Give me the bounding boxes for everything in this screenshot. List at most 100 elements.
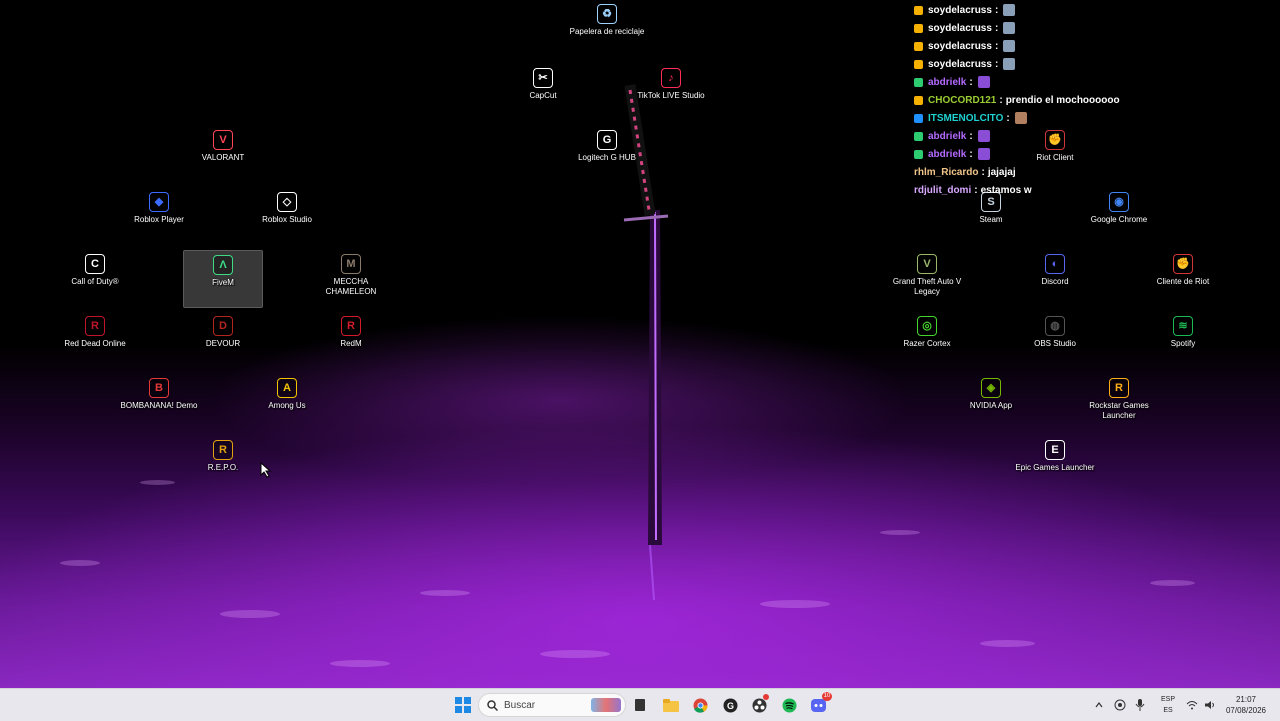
input-language-indicator[interactable]: ESP ES — [1156, 694, 1180, 716]
desktop-shortcut-obs-studio[interactable]: ◍ OBS Studio — [1015, 312, 1095, 370]
taskbar-search-box[interactable]: Buscar — [478, 693, 626, 717]
search-placeholder: Buscar — [504, 699, 536, 711]
rockstar-launcher-icon: R — [1109, 378, 1129, 398]
desktop-shortcut-label: FiveM — [212, 278, 234, 287]
task-view-button[interactable] — [629, 694, 651, 716]
chat-emote-icon — [1003, 22, 1016, 34]
desktop-shortcut-bombanana[interactable]: B BOMBANANA! Demo — [119, 374, 199, 432]
desktop-shortcut-valorant[interactable]: V VALORANT — [183, 126, 263, 184]
chrome-icon — [693, 698, 707, 713]
desktop-shortcut-gta-v[interactable]: V Grand Theft Auto V Legacy — [887, 250, 967, 308]
desktop-shortcut-red-dead-online[interactable]: R Red Dead Online — [55, 312, 135, 370]
chat-separator: : — [981, 166, 985, 178]
chat-emote-icon — [1014, 112, 1027, 124]
desktop-shortcut-fivem[interactable]: Λ FiveM — [183, 250, 263, 308]
chat-badge-icon — [914, 95, 923, 105]
desktop-shortcut-label: BOMBANANA! Demo — [120, 401, 198, 410]
obs-taskbar-button[interactable] — [748, 694, 770, 716]
desktop-shortcut-label: Google Chrome — [1090, 215, 1148, 224]
chat-username: soydelacruss — [928, 4, 992, 16]
chat-separator: : — [969, 76, 973, 88]
network-volume-group[interactable] — [1186, 689, 1216, 721]
chat-username: soydelacruss — [928, 40, 992, 52]
desktop-shortcut-call-of-duty[interactable]: C Call of Duty® — [55, 250, 135, 308]
redm-icon: R — [341, 316, 361, 336]
desktop-shortcut-label: NVIDIA App — [969, 401, 1013, 410]
chevron-up-icon[interactable] — [1094, 700, 1104, 710]
chat-separator: : — [969, 130, 973, 142]
red-dead-online-icon: R — [85, 316, 105, 336]
desktop-shortcut-label: DEVOUR — [205, 339, 241, 348]
chat-badge-icon — [914, 77, 923, 87]
desktop-shortcut-discord[interactable]: ◐ Discord — [1015, 250, 1095, 308]
chat-emote-icon — [1003, 4, 1016, 16]
spotify-taskbar-button[interactable] — [778, 694, 800, 716]
desktop-shortcut-label: Grand Theft Auto V Legacy — [892, 277, 962, 296]
chat-badge-icon — [914, 5, 923, 15]
desktop-shortcut-meccha-chameleon[interactable]: M MECCHA CHAMELEON — [311, 250, 391, 308]
desktop-shortcut-logitech-ghub[interactable]: G Logitech G HUB — [567, 126, 647, 184]
chat-separator: : — [994, 4, 999, 16]
taskbar: Buscar G 10 ESP ES 21:07 07/08/2026 — [0, 688, 1280, 721]
chat-message: rdjulit_domi: estamos w — [914, 181, 1174, 199]
call-of-duty-icon: C — [85, 254, 105, 274]
chat-badge-icon — [914, 23, 923, 33]
desktop-shortcut-tiktok-live[interactable]: ♪ TikTok LIVE Studio — [631, 64, 711, 122]
chat-username: rdjulit_domi — [914, 184, 972, 196]
discord-icon: ◐ — [1045, 254, 1065, 274]
desktop-shortcut-spotify[interactable]: ≋ Spotify — [1143, 312, 1223, 370]
chrome-taskbar-button[interactable] — [689, 694, 711, 716]
desktop-shortcut-label: OBS Studio — [1034, 339, 1076, 348]
desktop-shortcut-label: MECCHA CHAMELEON — [325, 277, 377, 296]
taskbar-clock[interactable]: 21:07 07/08/2026 — [1222, 694, 1270, 716]
desktop-shortcut-devour[interactable]: D DEVOUR — [183, 312, 263, 370]
desktop-shortcut-label: Among Us — [268, 401, 306, 410]
cloud-sync-icon[interactable] — [1114, 699, 1126, 711]
desktop-shortcut-riot-client-alt[interactable]: ✊ Cliente de Riot — [1143, 250, 1223, 308]
chat-text: prendio el mochoooooo — [1005, 94, 1120, 106]
windows-logo-icon — [455, 697, 471, 713]
desktop-shortcut-among-us[interactable]: A Among Us — [247, 374, 327, 432]
mouse-cursor-icon — [260, 462, 272, 478]
nvidia-app-icon: ◈ — [981, 378, 1001, 398]
clock-date: 07/08/2026 — [1225, 706, 1267, 715]
chat-username: rhlm_Ricardo — [914, 166, 979, 178]
desktop-shortcut-label: Cliente de Riot — [1156, 277, 1210, 286]
desktop-shortcut-roblox-studio[interactable]: ◇ Roblox Studio — [247, 188, 327, 246]
chat-separator: : — [969, 148, 973, 160]
desktop-shortcut-label: R.E.P.O. — [207, 463, 239, 472]
desktop-shortcut-label: Razer Cortex — [903, 339, 951, 348]
start-button[interactable] — [452, 694, 474, 716]
desktop-shortcut-razer-cortex[interactable]: ◎ Razer Cortex — [887, 312, 967, 370]
chat-message: soydelacruss: — [914, 37, 1174, 55]
desktop-shortcut-roblox-player[interactable]: ◆ Roblox Player — [119, 188, 199, 246]
discord-taskbar-button[interactable]: 10 — [807, 692, 832, 716]
folder-icon — [663, 698, 679, 712]
stream-chat-overlay: soydelacruss: soydelacruss: soydelacruss: s… — [914, 1, 1174, 199]
chat-separator: : — [994, 40, 999, 52]
search-icon — [487, 699, 498, 711]
among-us-icon: A — [277, 378, 297, 398]
desktop-shortcut-label: Papelera de reciclaje — [569, 27, 645, 36]
chat-emote-icon — [977, 76, 990, 88]
chat-emote-icon — [1003, 40, 1016, 52]
desktop-shortcut-rockstar-launcher[interactable]: R Rockstar Games Launcher — [1079, 374, 1159, 432]
desktop-shortcut-recycle-bin[interactable]: ♻ Papelera de reciclaje — [567, 0, 647, 58]
desktop-shortcut-epic-games[interactable]: E Epic Games Launcher — [1015, 436, 1095, 494]
tiktok-live-icon: ♪ — [661, 68, 681, 88]
chat-emote-icon — [977, 130, 990, 142]
desktop-shortcut-repo[interactable]: R R.E.P.O. — [183, 436, 263, 494]
epic-games-icon: E — [1045, 440, 1065, 460]
spotify-icon: ≋ — [1173, 316, 1193, 336]
desktop-shortcut-redm[interactable]: R RedM — [311, 312, 391, 370]
chat-message: rhlm_Ricardo: jajajaj — [914, 163, 1174, 181]
devour-icon: D — [213, 316, 233, 336]
obs-studio-icon: ◍ — [1045, 316, 1065, 336]
desktop-shortcut-capcut[interactable]: ✂ CapCut — [503, 64, 583, 122]
microphone-icon[interactable] — [1135, 699, 1145, 711]
logitech-taskbar-button[interactable]: G — [719, 694, 741, 716]
desktop-shortcut-nvidia-app[interactable]: ◈ NVIDIA App — [951, 374, 1031, 432]
file-explorer-button[interactable] — [660, 694, 682, 716]
chat-message: abdrielk: — [914, 73, 1174, 91]
chat-message: soydelacruss: — [914, 1, 1174, 19]
